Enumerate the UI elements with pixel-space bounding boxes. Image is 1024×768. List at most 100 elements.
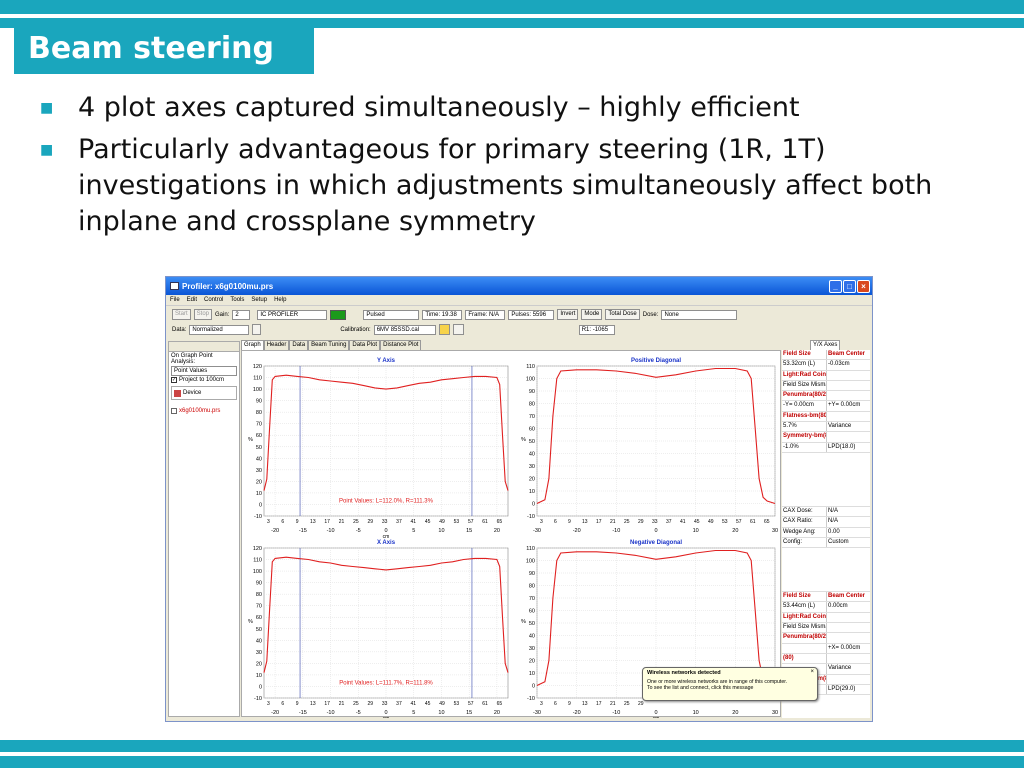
detector-label: 45 [425,519,431,525]
result-label: Config: [782,537,827,548]
detector-label: 21 [610,701,616,707]
total-dose-button[interactable]: Total Dose [605,309,640,320]
invert-button[interactable]: Invert [557,309,579,320]
chart-title: X Axis [377,540,396,546]
y-tick-label: 20 [529,659,535,665]
y-tick-label: 20 [256,661,262,667]
detector-label: 17 [324,519,330,525]
y-tick-label: -10 [254,514,262,520]
result-label: Penumbra(80/20) [782,391,827,401]
detector-label: 49 [708,519,714,525]
result-value: N/A [828,518,839,525]
wireless-notification[interactable]: Wireless networks detected One or more w… [642,667,818,701]
detector-label: 3 [540,701,543,707]
detector-label: 65 [497,701,503,707]
tab-header[interactable]: Header [263,340,290,350]
tab-graph[interactable]: Graph [241,340,264,350]
detector-label: 9 [296,519,299,525]
checkbox-icon[interactable]: ✓ [171,377,177,383]
bullet-item: ■ Particularly advantageous for primary … [40,132,1000,240]
y-tick-label: 80 [256,592,262,598]
gain-select[interactable]: 2 [232,309,251,320]
detector-label: 13 [582,701,588,707]
result-value: Beam Center [828,593,866,600]
file-list-item[interactable]: x6g0100mu.prs [169,402,239,420]
result-value: 0.00cm [828,603,848,610]
x-tick-label: 15 [466,528,472,534]
result-value: +X= 0.00cm [828,644,861,651]
y-tick-label: 110 [526,364,535,370]
detector-label: 29 [367,519,373,525]
chart-title: Y Axis [377,358,396,364]
pulses-field: Pulses: 5596 [508,309,555,320]
data-select[interactable]: Normalized [189,324,250,335]
y-tick-label: 80 [256,410,262,416]
tab-distance-plot[interactable]: Distance Plot [380,340,422,350]
close-button[interactable]: × [857,279,870,293]
y-tick-label: 60 [256,433,262,439]
y-tick-label: 30 [256,650,262,656]
y-tick-label: 30 [529,646,535,652]
chart-title: Negative Diagonal [630,540,682,546]
menu-tools[interactable]: Tools [230,297,244,303]
project-checkbox-row[interactable]: ✓ Project to 100cm [169,376,239,384]
analysis-select[interactable]: Point Values [171,366,237,376]
tab-yx-axes[interactable]: Y/X Axes [810,340,841,350]
result-label: Light:Rad Coinc.(15) [782,612,827,623]
result-label: CAX Ratio: [782,517,827,527]
x-tick-label: 20 [732,528,738,534]
frame-field: Frame: N/A [465,309,506,320]
menu-file[interactable]: File [170,297,180,303]
device-field: IC PROFILER [257,309,328,320]
minimize-button[interactable]: _ [829,279,842,293]
tab-data-plot[interactable]: Data Plot [349,340,381,350]
result-value [827,623,870,632]
mode-button[interactable]: Mode [581,309,603,320]
close-icon[interactable]: × [810,669,814,675]
result-label: 53.44cm (L) [782,602,827,612]
maximize-button[interactable]: □ [843,279,856,293]
y-tick-label: 70 [256,422,262,428]
result-label: Flatness-bm(80) [782,411,827,422]
detector-label: 25 [624,701,630,707]
detector-label: 9 [568,701,571,707]
data-options-icon[interactable] [252,324,262,335]
calibration-info-icon[interactable] [452,324,464,335]
y-tick-label: 40 [256,638,262,644]
result-value [827,613,870,622]
stop-button[interactable]: Stop [193,309,213,320]
menu-control[interactable]: Control [204,297,223,303]
start-button[interactable]: Start [172,309,191,320]
dose-select[interactable]: None [661,309,738,320]
result-row: CAX Ratio: N/A [782,517,870,528]
plots-svg: Y Axis-100102030405060708090100110120-20… [248,358,778,721]
result-row: Light:Rad Coinc.(15) [782,370,870,381]
bullet-list: ■ 4 plot axes captured simultaneously – … [40,90,1000,246]
y-tick-label: 0 [532,502,535,508]
x-tick-label: -15 [299,710,307,716]
tab-beam-tuning[interactable]: Beam Tuning [308,340,350,350]
detector-label: 6 [281,701,284,707]
open-folder-icon[interactable] [438,324,450,335]
x-tick-label: -5 [356,528,361,534]
y-tick-label: 20 [529,477,535,483]
x-tick-label: 5 [412,528,415,534]
y-tick-label: 50 [529,439,535,445]
menu-edit[interactable]: Edit [187,297,197,303]
result-value [827,391,870,400]
x-tick-label: -10 [327,710,335,716]
menu-help[interactable]: Help [274,297,286,303]
menu-setup[interactable]: Setup [251,297,267,303]
y-tick-label: 50 [256,445,262,451]
y-tick-label: 10 [256,491,262,497]
y-tick-label: 40 [529,452,535,458]
calibration-select[interactable]: 6MV 85SSD.cal [373,324,436,335]
result-value [827,371,870,380]
y-tick-label: 100 [526,559,535,565]
y-tick-label: 80 [529,584,535,590]
result-value [827,381,870,390]
analysis-header: On Graph Point Analysis: [171,353,213,365]
detector-label: 49 [439,701,445,707]
device-button[interactable]: Device [171,386,237,400]
tab-data[interactable]: Data [289,340,309,350]
